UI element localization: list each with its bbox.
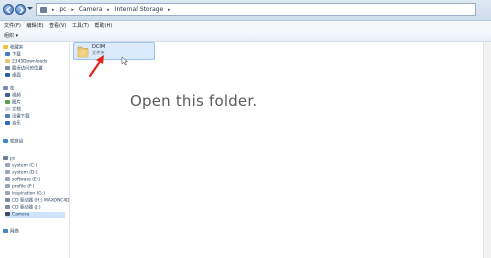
desktop-icon [5, 73, 10, 77]
nav-computer-header[interactable]: pc [3, 156, 15, 162]
nav-item-recent-places[interactable]: 最近访问的位置 [5, 66, 43, 72]
download-library-icon [5, 114, 10, 118]
forward-arrow-icon [19, 6, 24, 14]
nav-item-camera[interactable]: Camera [5, 212, 65, 218]
nav-drive-j[interactable]: CD 驱动器 (J:) [5, 205, 41, 211]
nav-favorites-header[interactable]: 收藏夹 [3, 45, 23, 51]
nav-label: profile (F:) [12, 184, 35, 190]
nav-item-music[interactable]: 音乐 [5, 121, 21, 127]
explorer-window: ▸ pc ▸ Camera ▸ Internal Storage ▸ 文件(F)… [0, 0, 491, 258]
nav-drive-f[interactable]: profile (F:) [5, 184, 34, 190]
computer-icon [40, 6, 47, 13]
navigation-pane: 收藏夹 下载 2345Downloads 最近访问的位置 桌面 库 视频 图片 … [0, 42, 70, 258]
recent-places-icon [5, 66, 10, 70]
breadcrumb-separator-icon: ▸ [51, 7, 55, 13]
music-library-icon [5, 121, 10, 125]
nav-label: 2345Downloads [12, 59, 48, 65]
breadcrumb-pc[interactable]: pc [59, 4, 66, 15]
breadcrumb-separator-icon: ▸ [71, 7, 74, 13]
back-button[interactable] [3, 4, 14, 15]
nav-label: system (D:) [12, 170, 38, 176]
command-bar: 组织 ▾ [0, 31, 491, 42]
menu-bar: 文件(F) 编辑(E) 查看(V) 工具(T) 帮助(H) [0, 21, 491, 31]
cd-drive-icon [5, 198, 10, 202]
organize-button[interactable]: 组织 ▾ [4, 33, 18, 39]
nav-drive-g[interactable]: inspiration (G:) [5, 191, 45, 197]
nav-item-videos[interactable]: 视频 [5, 93, 21, 99]
nav-item-2345downloads[interactable]: 2345Downloads [5, 59, 47, 65]
pictures-library-icon [5, 100, 10, 104]
library-icon [3, 86, 8, 90]
annotation-arrow-icon [88, 55, 104, 78]
nav-label: 迅雷下载 [12, 114, 30, 120]
drive-icon [5, 177, 10, 181]
drive-icon [5, 163, 10, 167]
video-library-icon [5, 93, 10, 97]
breadcrumb-camera[interactable]: Camera [79, 4, 103, 15]
nav-label: CD 驱动器 (J:) [12, 205, 41, 211]
recent-pages-chevron-icon[interactable] [27, 7, 33, 10]
nav-item-downloads[interactable]: 下载 [5, 52, 21, 58]
menu-tools[interactable]: 工具(T) [72, 23, 89, 29]
breadcrumb-separator-icon: ▸ [107, 7, 110, 13]
folder-icon [5, 59, 10, 63]
instruction-text: Open this folder. [130, 92, 258, 110]
breadcrumb-internal-storage[interactable]: Internal Storage [115, 4, 164, 15]
nav-label: software (E:) [12, 177, 40, 183]
nav-label: CD 驱动器 (H:) MAXONC4D [12, 198, 70, 204]
drive-icon [5, 191, 10, 195]
breadcrumb-separator-icon: ▸ [168, 7, 171, 13]
homegroup-icon [3, 139, 8, 143]
nav-label: 图片 [12, 100, 21, 106]
nav-label: 下载 [12, 52, 21, 58]
nav-drive-e[interactable]: software (E:) [5, 177, 40, 183]
drive-icon [5, 170, 10, 174]
menu-edit[interactable]: 编辑(E) [26, 23, 43, 29]
drive-icon [5, 184, 10, 188]
address-bar-area: ▸ pc ▸ Camera ▸ Internal Storage ▸ [0, 0, 491, 21]
nav-label: system (C:) [12, 163, 38, 169]
vertical-scrollbar[interactable] [483, 42, 491, 258]
forward-button[interactable] [15, 4, 26, 15]
documents-library-icon [5, 107, 10, 111]
menu-file[interactable]: 文件(F) [4, 23, 21, 29]
address-input[interactable]: ▸ pc ▸ Camera ▸ Internal Storage ▸ [36, 3, 476, 16]
nav-item-thunder-downloads[interactable]: 迅雷下载 [5, 114, 30, 120]
menu-help[interactable]: 帮助(H) [95, 23, 113, 29]
nav-label: 网络 [10, 229, 19, 235]
nav-drive-c[interactable]: system (C:) [5, 163, 37, 169]
back-arrow-icon [6, 6, 11, 14]
nav-drive-h[interactable]: CD 驱动器 (H:) MAXONC4D [5, 198, 70, 204]
nav-homegroup[interactable]: 家庭组 [3, 139, 23, 145]
cd-drive-icon [5, 205, 10, 209]
nav-label: inspiration (G:) [12, 191, 45, 197]
computer-icon [3, 156, 8, 160]
nav-label: pc [10, 156, 16, 162]
nav-libraries-header[interactable]: 库 [3, 86, 14, 92]
nav-label: 桌面 [12, 73, 21, 79]
nav-item-pictures[interactable]: 图片 [5, 100, 21, 106]
nav-label: Camera [12, 212, 30, 218]
menu-view[interactable]: 查看(V) [49, 23, 66, 29]
nav-label: 收藏夹 [10, 45, 24, 51]
nav-drive-d[interactable]: system (D:) [5, 170, 38, 176]
nav-item-documents[interactable]: 文档 [5, 107, 21, 113]
camera-device-icon [5, 212, 10, 216]
nav-label: 最近访问的位置 [12, 66, 43, 72]
star-icon [3, 45, 8, 49]
nav-label: 音乐 [12, 121, 21, 127]
nav-label: 库 [10, 86, 15, 92]
nav-label: 视频 [12, 93, 21, 99]
mouse-pointer-icon [121, 56, 129, 66]
nav-network[interactable]: 网络 [3, 229, 19, 235]
nav-item-desktop[interactable]: 桌面 [5, 73, 21, 79]
nav-label: 文档 [12, 107, 21, 113]
nav-label: 家庭组 [10, 139, 24, 145]
download-folder-icon [5, 52, 10, 56]
network-icon [3, 229, 8, 233]
